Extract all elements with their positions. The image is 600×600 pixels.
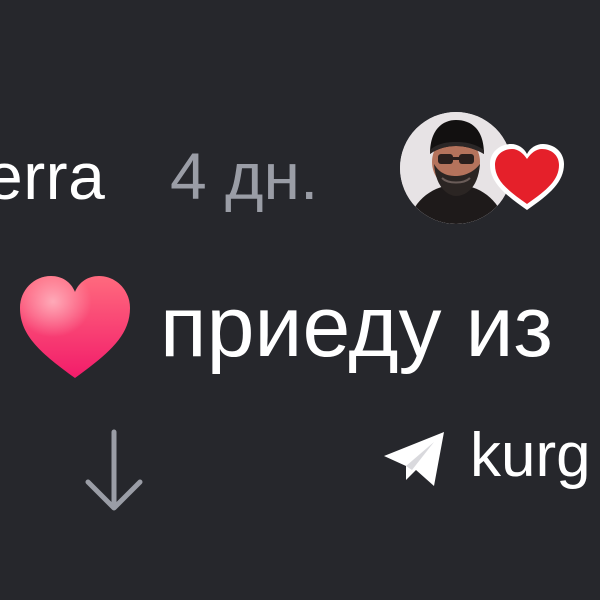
arrow-down-icon[interactable] bbox=[80, 426, 148, 516]
comment-timestamp: 4 дн. bbox=[170, 139, 319, 213]
comment-author-name[interactable]: erra bbox=[0, 138, 105, 214]
comment-card: erra 4 дн. приеду из kurg bbox=[0, 0, 600, 600]
heart-icon bbox=[490, 144, 564, 210]
heart-emoji bbox=[20, 276, 130, 378]
telegram-icon bbox=[384, 432, 444, 486]
comment-text: приеду из bbox=[160, 279, 553, 375]
channel-link[interactable]: kurg bbox=[470, 420, 591, 491]
